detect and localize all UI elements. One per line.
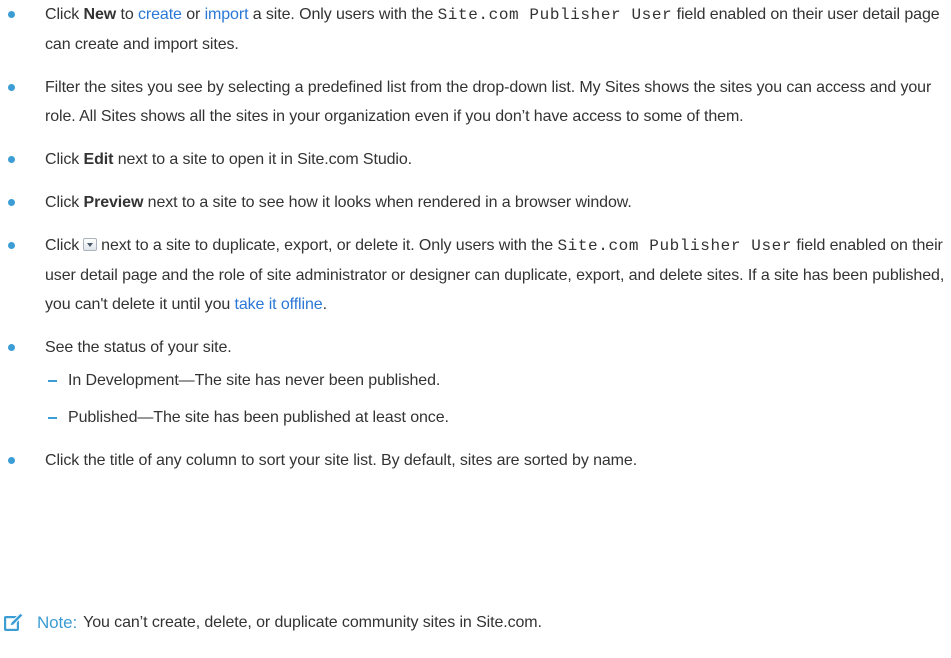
publisher-user-code: Site.com Publisher User [557,237,793,255]
menu-description: next to a site to duplicate, export, or … [101,237,558,254]
dropdown-arrow-icon [83,238,98,251]
click-text: Click [45,194,84,211]
edit-description: next to a site to open it in Site.com St… [113,151,413,168]
click-text: Click [45,151,84,168]
bullet-icon [8,199,15,206]
edit-button-label: Edit [83,151,114,168]
bullet-icon [8,156,15,163]
click-text: Click [45,237,80,254]
filter-text: Filter the sites you see by selecting a … [45,79,932,125]
period-text: . [322,296,327,313]
bullet-icon [8,11,15,18]
dash-icon [48,417,57,419]
list-item-edit: Click Edit next to a site to open it in … [0,145,951,174]
or-text: or [181,6,205,23]
in-development-text: In Development—The site has never been p… [68,372,441,389]
take-offline-link[interactable]: take it offline [235,296,323,313]
bullet-icon [8,242,15,249]
document: Click New to create or import a site. On… [0,0,951,489]
new-description: a site. Only users with the [248,6,438,23]
note-label: Note: [37,612,78,632]
sublist-item-published: Published—The site has been published at… [45,403,951,432]
published-text: Published—The site has been published at… [68,409,449,426]
bullet-list: Click New to create or import a site. On… [0,0,951,475]
list-item-preview: Click Preview next to a site to see how … [0,188,951,217]
preview-description: next to a site to see how it looks when … [143,194,632,211]
preview-button-label: Preview [83,194,144,211]
list-item-menu: Click next to a site to duplicate, export… [0,231,951,319]
dash-icon [48,380,57,382]
list-item-new: Click New to create or import a site. On… [0,0,951,59]
note-edit-icon [4,612,24,631]
status-text: See the status of your site. [45,339,232,356]
bullet-icon [8,344,15,351]
list-item-sort: Click the title of any column to sort yo… [0,446,951,475]
list-item-filter: Filter the sites you see by selecting a … [0,73,951,131]
bullet-icon [8,84,15,91]
sublist-item-in-development: In Development—The site has never been p… [45,366,951,395]
list-item-status: See the status of your site. In Developm… [0,333,951,432]
note-text: You can’t create, delete, or duplicate c… [83,613,542,631]
bullet-icon [8,457,15,464]
import-link[interactable]: import [205,6,249,23]
sort-text: Click the title of any column to sort yo… [45,452,638,469]
click-text: Click [45,6,84,23]
status-sublist: In Development—The site has never been p… [45,366,951,432]
to-text: to [116,6,138,23]
create-link[interactable]: create [138,6,182,23]
note-box: Note: You can’t create, delete, or dupli… [0,602,542,642]
new-button-label: New [83,6,117,23]
publisher-user-code: Site.com Publisher User [437,6,673,24]
